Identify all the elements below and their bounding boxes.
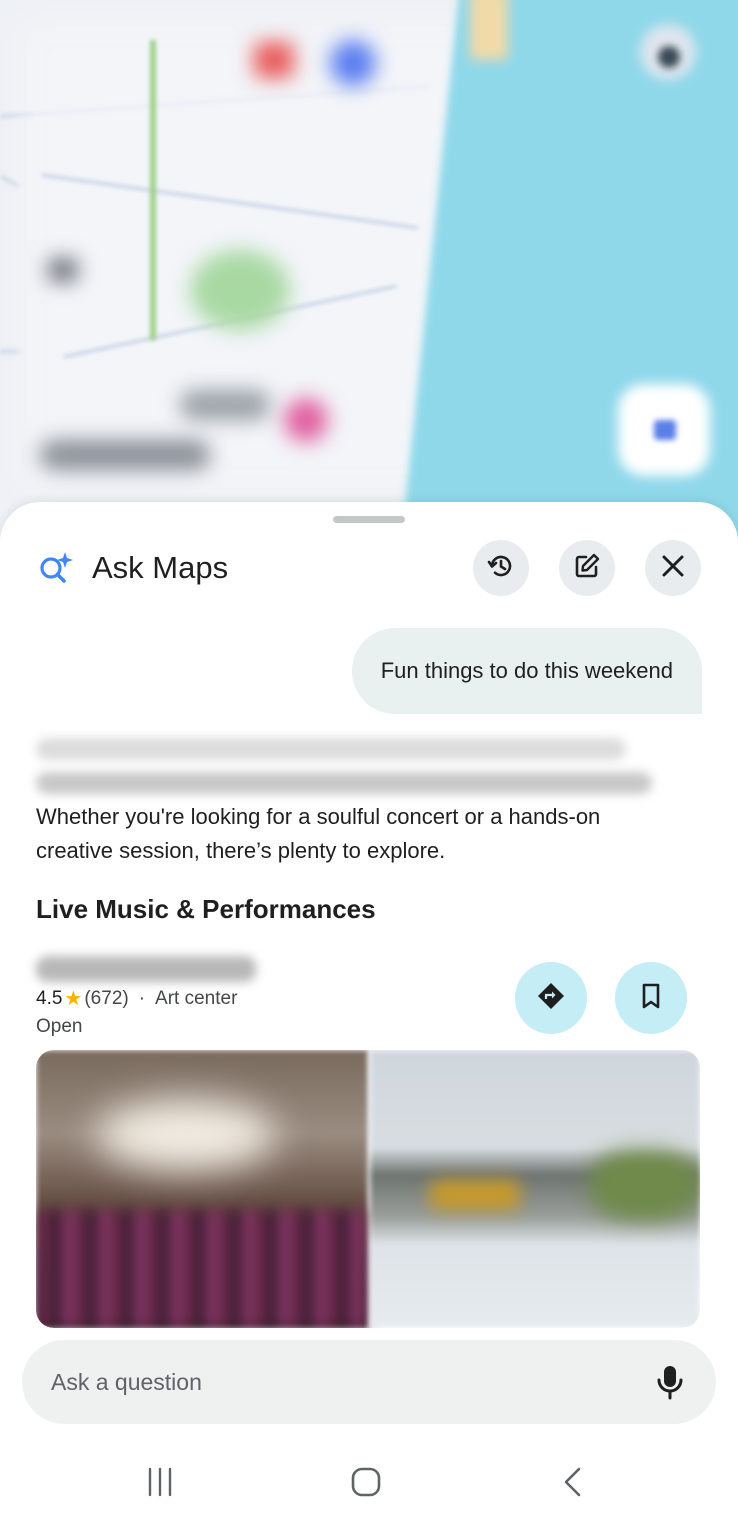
place-category: Art center [155, 987, 238, 1009]
user-message-bubble: Fun things to do this weekend [351, 628, 702, 714]
place-rating: 4.5 [36, 987, 63, 1009]
save-button[interactable] [615, 962, 687, 1034]
bookmark-icon [638, 982, 664, 1015]
place-review-count: (672) [84, 987, 129, 1009]
history-icon [486, 551, 516, 586]
map-sea [397, 0, 738, 560]
redacted-text [36, 738, 626, 760]
photo-vehicle [430, 1180, 520, 1210]
system-nav-bar [0, 1442, 738, 1522]
new-chat-button[interactable] [559, 540, 615, 596]
close-button[interactable] [645, 540, 701, 596]
map-road [0, 350, 20, 353]
map-park [190, 250, 290, 330]
map-label [180, 390, 270, 420]
my-location-icon [654, 420, 676, 440]
back-icon[interactable] [543, 1462, 603, 1502]
redacted-text [36, 772, 652, 794]
directions-button[interactable] [515, 962, 587, 1034]
place-name-redacted[interactable] [36, 956, 256, 982]
home-icon[interactable] [336, 1462, 396, 1502]
map-label [40, 440, 210, 470]
place-photo-exterior[interactable] [370, 1050, 700, 1328]
user-message-text: Fun things to do this weekend [380, 658, 673, 683]
sheet-header: Ask Maps [36, 538, 706, 598]
sparkle-search-icon [36, 548, 76, 588]
star-icon: ★ [64, 988, 83, 1010]
map-pin-red[interactable] [254, 42, 294, 78]
history-button[interactable] [473, 540, 529, 596]
recents-icon[interactable] [130, 1462, 190, 1502]
place-photos[interactable] [36, 1050, 700, 1328]
map-pin-pink[interactable] [284, 398, 328, 442]
map-label [48, 258, 78, 282]
directions-icon [536, 981, 566, 1016]
place-meta: 4.5 ★ (672) · Art center [36, 986, 237, 1011]
ask-maps-sheet: Ask Maps Fun things to do this weekend W… [0, 502, 738, 1525]
map-beach [470, 0, 508, 60]
map-pin-blue[interactable] [330, 40, 376, 86]
separator: · [138, 987, 146, 1009]
map-road-green [150, 40, 156, 340]
answer-text: Whether you're looking for a soulful con… [36, 804, 601, 863]
ask-question-input[interactable] [51, 1368, 611, 1396]
sheet-drag-handle[interactable] [333, 516, 405, 523]
place-photo-concert[interactable] [36, 1050, 368, 1328]
map-view[interactable] [0, 0, 738, 560]
edit-icon [572, 551, 602, 586]
layers-icon [658, 46, 680, 68]
close-icon [659, 552, 687, 585]
mic-icon[interactable] [650, 1362, 690, 1402]
photo-crowd [36, 1210, 368, 1328]
place-status: Open [36, 1016, 83, 1037]
page-title: Ask Maps [92, 550, 229, 585]
photo-light [96, 1100, 276, 1170]
map-road [0, 175, 20, 188]
photo-tree [590, 1150, 700, 1220]
ask-question-bar[interactable] [22, 1340, 716, 1424]
section-title: Live Music & Performances [36, 894, 376, 924]
